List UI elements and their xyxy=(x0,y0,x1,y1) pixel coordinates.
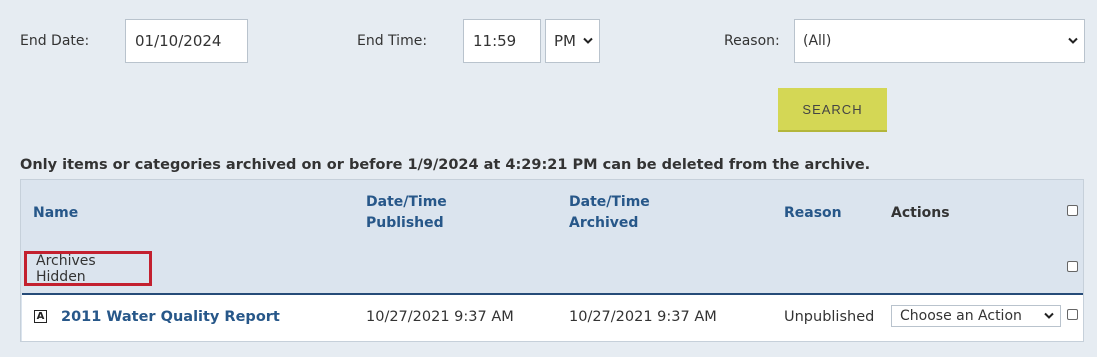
action-select[interactable]: Choose an Action xyxy=(891,305,1061,327)
table-row: A 2011 Water Quality Report 10/27/2021 9… xyxy=(22,293,1083,341)
chevron-down-icon xyxy=(1068,37,1078,44)
row-checkbox[interactable] xyxy=(1067,309,1078,320)
ampm-select[interactable]: PM xyxy=(545,19,600,63)
archived-header-line1: Date/Time xyxy=(569,194,650,210)
item-name-link[interactable]: 2011 Water Quality Report xyxy=(61,309,280,325)
group-checkbox[interactable] xyxy=(1067,261,1078,272)
chevron-down-icon xyxy=(1044,312,1054,319)
end-date-input[interactable]: 01/10/2024 xyxy=(125,19,248,63)
archives-hidden-group[interactable]: Archives Hidden xyxy=(24,251,152,286)
column-header-archived[interactable]: Date/Time Archived xyxy=(569,192,650,234)
end-time-input[interactable]: 11:59 xyxy=(463,19,541,63)
chevron-down-icon xyxy=(583,37,593,44)
archives-hidden-label: Archives Hidden xyxy=(36,252,96,285)
column-header-published[interactable]: Date/Time Published xyxy=(366,192,447,234)
action-select-value: Choose an Action xyxy=(900,308,1022,324)
published-cell: 10/27/2021 9:37 AM xyxy=(366,309,514,325)
end-date-value: 01/10/2024 xyxy=(135,32,222,50)
archive-notice: Only items or categories archived on or … xyxy=(20,157,871,173)
reason-label: Reason: xyxy=(724,33,780,49)
published-header-line1: Date/Time xyxy=(366,194,447,210)
column-header-reason[interactable]: Reason xyxy=(784,203,842,224)
ampm-value: PM xyxy=(554,32,576,50)
reason-cell: Unpublished xyxy=(784,309,875,325)
archive-table: Name Date/Time Published Date/Time Archi… xyxy=(20,179,1084,342)
end-time-label: End Time: xyxy=(357,33,428,49)
reason-value: (All) xyxy=(803,33,832,49)
published-header-line2: Published xyxy=(366,215,444,231)
end-date-label: End Date: xyxy=(20,33,90,49)
archived-header-line2: Archived xyxy=(569,215,639,231)
reason-select[interactable]: (All) xyxy=(794,19,1085,63)
column-header-name[interactable]: Name xyxy=(33,203,78,224)
end-time-value: 11:59 xyxy=(473,32,517,50)
archive-type-icon: A xyxy=(34,310,47,323)
column-header-actions: Actions xyxy=(891,205,950,221)
archived-cell: 10/27/2021 9:37 AM xyxy=(569,309,717,325)
search-button[interactable]: SEARCH xyxy=(778,88,887,132)
select-all-checkbox[interactable] xyxy=(1067,205,1078,216)
